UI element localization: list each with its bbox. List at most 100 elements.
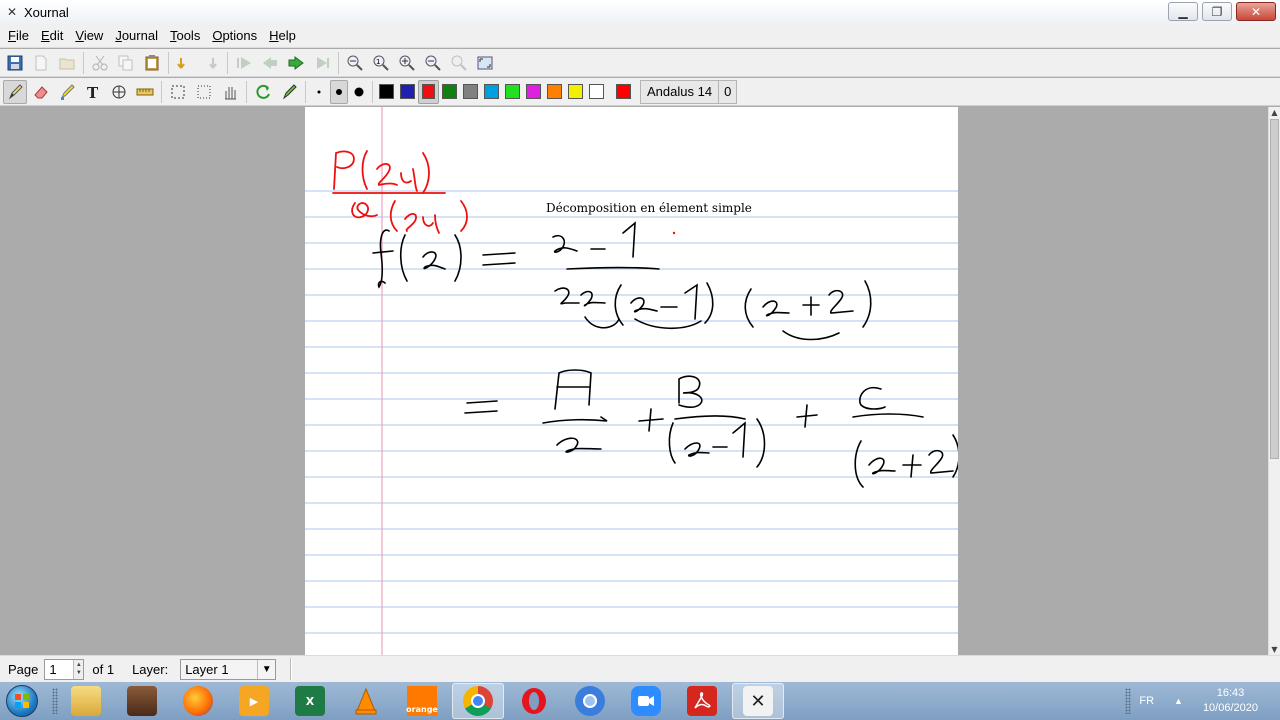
thickness-thick-icon[interactable] bbox=[350, 80, 368, 104]
open-folder-icon[interactable] bbox=[55, 51, 79, 75]
close-button[interactable]: ✕ bbox=[1236, 2, 1276, 21]
taskbar-firefox[interactable] bbox=[172, 683, 224, 719]
redo-icon[interactable] bbox=[199, 51, 223, 75]
taskbar-vlc[interactable] bbox=[340, 683, 392, 719]
save-icon[interactable] bbox=[3, 51, 27, 75]
font-button[interactable]: Andalus 14 0 bbox=[640, 79, 738, 104]
last-page-icon[interactable] bbox=[310, 51, 334, 75]
scroll-down-icon[interactable]: ▼ bbox=[1269, 644, 1280, 655]
menu-help[interactable]: Help bbox=[263, 28, 302, 43]
start-button[interactable] bbox=[0, 682, 44, 720]
hand-icon[interactable] bbox=[218, 80, 242, 104]
taskbar-zoom[interactable] bbox=[620, 683, 672, 719]
color-black[interactable] bbox=[376, 80, 397, 104]
canvas-area[interactable]: Décomposition en élement simple bbox=[0, 107, 1268, 655]
windows-logo-icon bbox=[6, 685, 38, 717]
select-rectangle-icon[interactable] bbox=[192, 80, 216, 104]
menu-file[interactable]: File bbox=[2, 28, 35, 43]
page-number-input[interactable]: 1 ▲ ▼ bbox=[44, 658, 85, 680]
taskbar-media-player[interactable]: ▶ bbox=[228, 683, 280, 719]
select-region-icon[interactable] bbox=[166, 80, 190, 104]
layer-select[interactable]: Layer 1 ▼ bbox=[180, 658, 277, 680]
shape-recognizer-icon[interactable] bbox=[107, 80, 131, 104]
minimize-button[interactable]: ▁ bbox=[1168, 2, 1198, 21]
color-swatch bbox=[568, 84, 583, 99]
cut-icon[interactable] bbox=[88, 51, 112, 75]
page-label: Page bbox=[8, 661, 39, 677]
scroll-up-icon[interactable]: ▲ bbox=[1269, 107, 1280, 118]
notebook-page[interactable]: Décomposition en élement simple bbox=[305, 107, 960, 655]
color-red[interactable] bbox=[418, 79, 439, 104]
taskbar-chrome-canary[interactable] bbox=[564, 683, 616, 719]
menu-tools[interactable]: Tools bbox=[164, 28, 206, 43]
status-separator bbox=[290, 658, 293, 680]
dropdown-arrow-icon[interactable]: ▼ bbox=[257, 659, 275, 679]
color-swatch bbox=[616, 84, 631, 99]
first-page-icon[interactable] bbox=[232, 51, 256, 75]
next-page-icon[interactable] bbox=[284, 51, 308, 75]
color-current[interactable] bbox=[613, 80, 634, 104]
menu-view[interactable]: View bbox=[69, 28, 109, 43]
color-yellow[interactable] bbox=[565, 80, 586, 104]
firefox-icon bbox=[183, 686, 213, 716]
highlighter-icon[interactable] bbox=[55, 80, 79, 104]
color-gray[interactable] bbox=[460, 80, 481, 104]
paste-icon[interactable] bbox=[140, 51, 164, 75]
show-hidden-icons-icon[interactable]: ▲ bbox=[1174, 696, 1183, 706]
thickness-medium-icon[interactable] bbox=[330, 79, 348, 104]
menu-edit[interactable]: Edit bbox=[35, 28, 69, 43]
toolbar-separator bbox=[168, 51, 169, 74]
default-tool-icon[interactable] bbox=[251, 80, 275, 104]
chrome-blue-icon bbox=[575, 686, 605, 716]
restore-button[interactable]: ❐ bbox=[1202, 2, 1232, 21]
color-magenta[interactable] bbox=[523, 80, 544, 104]
color-swatch bbox=[505, 84, 520, 99]
zoom-fit-icon[interactable] bbox=[447, 51, 471, 75]
page-width-icon[interactable] bbox=[421, 51, 445, 75]
fullscreen-icon[interactable] bbox=[473, 51, 497, 75]
taskbar-explorer[interactable] bbox=[60, 683, 112, 719]
color-light-green[interactable] bbox=[502, 80, 523, 104]
taskbar-xournal[interactable]: ✕ bbox=[732, 683, 784, 719]
spin-up-icon[interactable]: ▲ bbox=[76, 661, 82, 669]
color-blue[interactable] bbox=[397, 80, 418, 104]
zoom-in-icon[interactable] bbox=[395, 51, 419, 75]
vertical-scrollbar[interactable]: ▲ ▼ bbox=[1268, 107, 1280, 655]
scroll-thumb[interactable] bbox=[1270, 119, 1279, 459]
taskbar-acrobat[interactable] bbox=[676, 683, 728, 719]
avatar-icon bbox=[127, 686, 157, 716]
taskbar-user[interactable] bbox=[116, 683, 168, 719]
xournal-x-icon: ✕ bbox=[6, 5, 18, 19]
thickness-fine-icon[interactable] bbox=[310, 80, 328, 104]
zoom-normal-icon[interactable]: 1 bbox=[369, 51, 393, 75]
language-indicator[interactable]: FR bbox=[1139, 695, 1154, 707]
color-white[interactable] bbox=[586, 80, 607, 104]
color-green[interactable] bbox=[439, 80, 460, 104]
zoom-out-icon[interactable] bbox=[343, 51, 367, 75]
pen-icon[interactable] bbox=[3, 79, 27, 104]
ruler-icon[interactable] bbox=[133, 80, 157, 104]
color-light-blue[interactable] bbox=[481, 80, 502, 104]
svg-text:1: 1 bbox=[376, 58, 380, 66]
spin-down-icon[interactable]: ▼ bbox=[76, 669, 82, 677]
taskbar-opera[interactable] bbox=[508, 683, 560, 719]
text-tool-icon[interactable]: T bbox=[81, 80, 105, 104]
clock[interactable]: 16:43 10/06/2020 bbox=[1203, 686, 1258, 716]
color-orange[interactable] bbox=[544, 80, 565, 104]
status-bar: Page 1 ▲ ▼ of 1 Layer: Layer 1 ▼ bbox=[0, 655, 1280, 682]
undo-icon[interactable] bbox=[173, 51, 197, 75]
main-toolbar: 1 bbox=[0, 49, 1280, 77]
copy-icon[interactable] bbox=[114, 51, 138, 75]
taskbar-chrome[interactable] bbox=[452, 683, 504, 719]
orange-label: orange bbox=[406, 705, 438, 714]
clock-time: 16:43 bbox=[1216, 687, 1245, 699]
new-page-icon[interactable] bbox=[29, 51, 53, 75]
previous-page-icon[interactable] bbox=[258, 51, 282, 75]
menu-journal[interactable]: Journal bbox=[109, 28, 164, 43]
eraser-icon[interactable] bbox=[29, 80, 53, 104]
menu-options[interactable]: Options bbox=[206, 28, 263, 43]
taskbar-excel[interactable]: X bbox=[284, 683, 336, 719]
page-spinner[interactable]: ▲ ▼ bbox=[73, 659, 84, 679]
default-pen-icon[interactable] bbox=[277, 80, 301, 104]
taskbar-orange[interactable]: orange bbox=[396, 683, 448, 719]
